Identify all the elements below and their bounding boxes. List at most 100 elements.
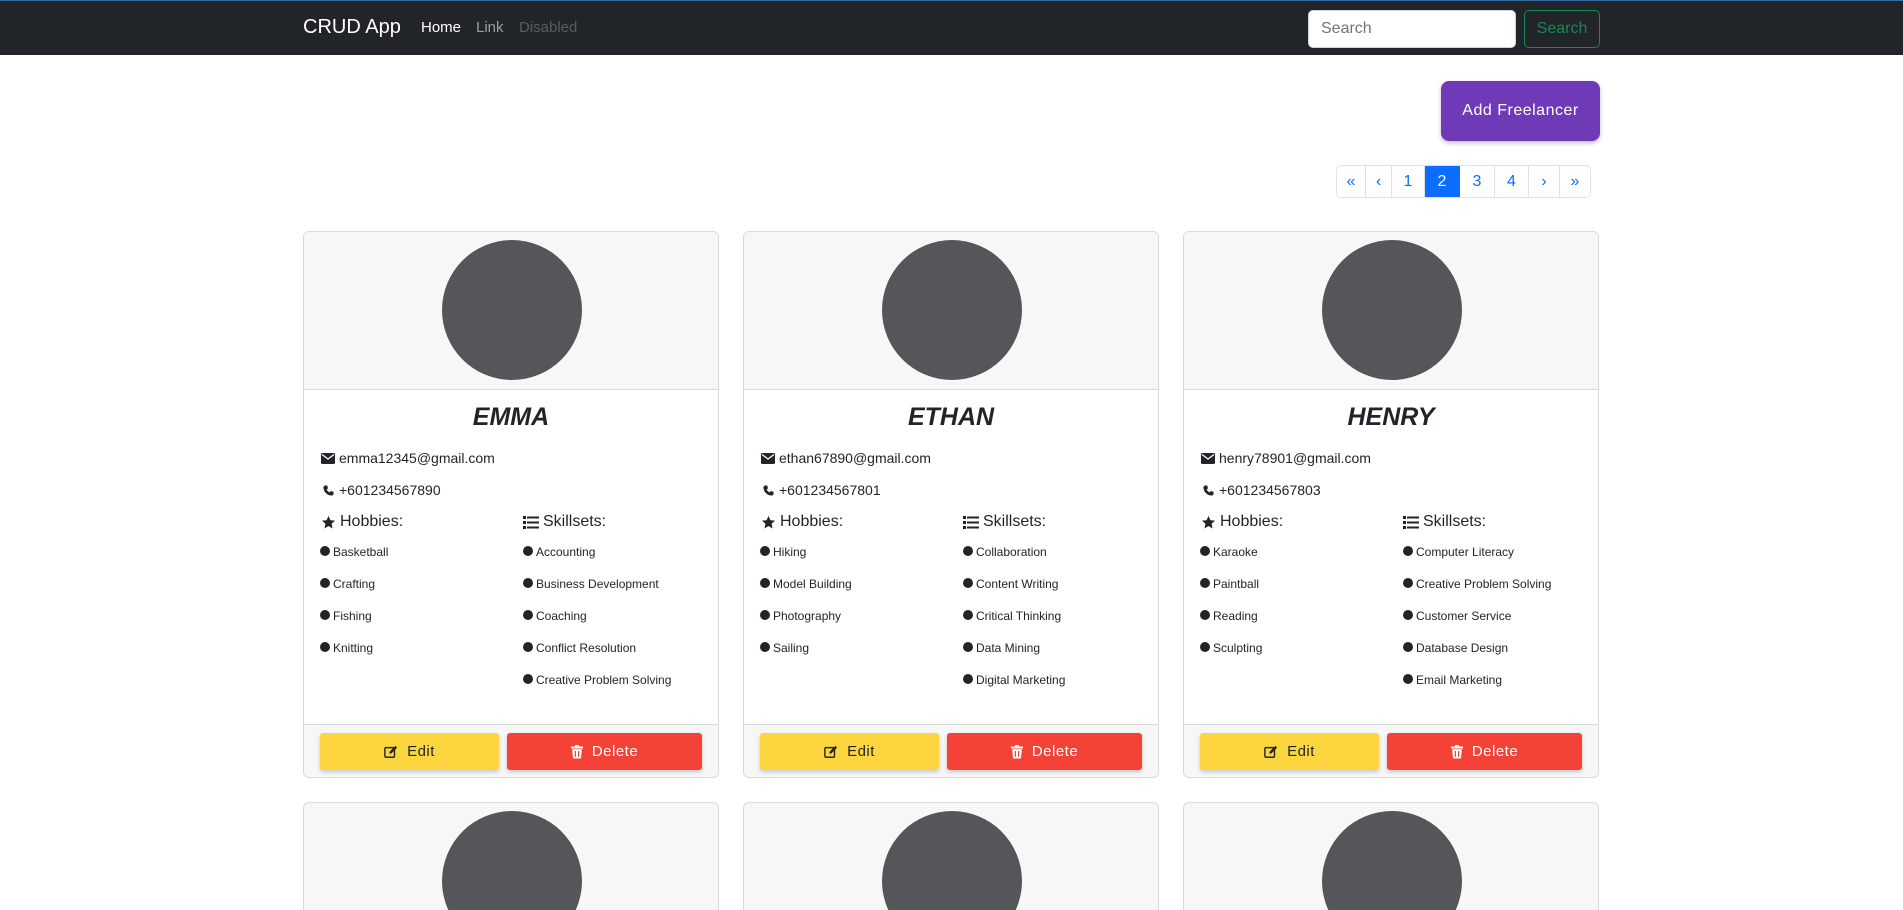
navbar: CRUD App Home Link Disabled Search — [0, 0, 1903, 55]
card-image-area — [1184, 232, 1598, 390]
list-item: Creative Problem Solving — [1403, 577, 1551, 609]
skillsets-list: Collaboration Content Writing Critical T… — [963, 545, 1065, 705]
skillsets-heading: Skillsets: — [523, 513, 606, 531]
list-item: Sculpting — [1200, 641, 1262, 673]
list-item: Photography — [760, 609, 852, 641]
freelancer-email: henry78901@gmail.com — [1219, 450, 1371, 466]
edit-icon — [824, 745, 838, 759]
list-item: Customer Service — [1403, 609, 1551, 641]
delete-button[interactable]: Delete — [1387, 733, 1582, 770]
freelancer-card — [303, 802, 719, 910]
nav-link-link[interactable]: Link — [476, 19, 504, 36]
list-item: Basketball — [320, 545, 388, 577]
list-item: Reading — [1200, 609, 1262, 641]
phone-row: +601234567803 — [1200, 482, 1321, 498]
card-image-area — [304, 232, 718, 390]
list-icon — [1403, 514, 1419, 530]
card-image-area — [304, 803, 718, 910]
edit-icon — [384, 745, 398, 759]
list-item: Content Writing — [963, 577, 1065, 609]
skillsets-list: Computer Literacy Creative Problem Solvi… — [1403, 545, 1551, 705]
pagination-next[interactable]: › — [1529, 166, 1560, 197]
navbar-brand[interactable]: CRUD App — [303, 16, 401, 39]
list-item: Email Marketing — [1403, 673, 1551, 705]
hobbies-list: Karaoke Paintball Reading Sculpting — [1200, 545, 1262, 673]
hobbies-heading: Hobbies: — [320, 513, 403, 531]
hobbies-heading: Hobbies: — [760, 513, 843, 531]
freelancer-name: HENRY — [1347, 403, 1435, 431]
hobbies-list: Hiking Model Building Photography Sailin… — [760, 545, 852, 673]
list-item: Conflict Resolution — [523, 641, 671, 673]
star-icon — [1200, 514, 1216, 530]
hobbies-heading: Hobbies: — [1200, 513, 1283, 531]
card-footer: Edit Delete — [1184, 724, 1598, 777]
freelancer-card: ETHAN ethan67890@gmail.com +601234567801… — [743, 231, 1159, 778]
card-footer: Edit Delete — [744, 724, 1158, 777]
freelancer-email: ethan67890@gmail.com — [779, 450, 931, 466]
trash-icon — [1450, 744, 1463, 759]
pagination-last[interactable]: » — [1560, 166, 1590, 197]
card-image-area — [1184, 803, 1598, 910]
pagination-page-1[interactable]: 1 — [1392, 166, 1425, 197]
envelope-icon — [320, 451, 336, 465]
freelancer-card: HENRY henry78901@gmail.com +601234567803… — [1183, 231, 1599, 778]
avatar — [442, 811, 582, 910]
card-footer: Edit Delete — [304, 724, 718, 777]
search-input[interactable] — [1308, 10, 1516, 48]
pagination-page-3[interactable]: 3 — [1460, 166, 1495, 197]
star-icon — [320, 514, 336, 530]
list-item: Collaboration — [963, 545, 1065, 577]
freelancer-phone: +601234567890 — [339, 482, 441, 498]
list-item: Crafting — [320, 577, 388, 609]
delete-button[interactable]: Delete — [947, 733, 1142, 770]
avatar — [1322, 811, 1462, 910]
list-item: Coaching — [523, 609, 671, 641]
freelancer-phone: +601234567803 — [1219, 482, 1321, 498]
list-icon — [963, 514, 979, 530]
freelancer-phone: +601234567801 — [779, 482, 881, 498]
nav-link-home[interactable]: Home — [421, 19, 461, 36]
pagination-first[interactable]: « — [1337, 166, 1366, 197]
phone-icon — [1200, 483, 1216, 497]
edit-button[interactable]: Edit — [760, 733, 939, 770]
freelancer-name: ETHAN — [907, 403, 995, 431]
trash-icon — [570, 744, 583, 759]
freelancer-card: EMMA emma12345@gmail.com +601234567890 H… — [303, 231, 719, 778]
email-row: henry78901@gmail.com — [1200, 450, 1371, 466]
freelancer-card — [1183, 802, 1599, 910]
add-freelancer-button[interactable]: Add Freelancer — [1441, 81, 1600, 141]
search-button[interactable]: Search — [1524, 10, 1600, 48]
skillsets-list: Accounting Business Development Coaching… — [523, 545, 671, 705]
list-item: Karaoke — [1200, 545, 1262, 577]
list-item: Creative Problem Solving — [523, 673, 671, 705]
phone-icon — [320, 483, 336, 497]
list-item: Paintball — [1200, 577, 1262, 609]
list-item: Knitting — [320, 641, 388, 673]
list-item: Critical Thinking — [963, 609, 1065, 641]
email-row: ethan67890@gmail.com — [760, 450, 931, 466]
trash-icon — [1010, 744, 1023, 759]
freelancer-email: emma12345@gmail.com — [339, 450, 495, 466]
avatar — [1322, 240, 1462, 380]
email-row: emma12345@gmail.com — [320, 450, 495, 466]
list-item: Business Development — [523, 577, 671, 609]
card-image-area — [744, 232, 1158, 390]
pagination-page-4[interactable]: 4 — [1495, 166, 1529, 197]
skillsets-heading: Skillsets: — [1403, 513, 1486, 531]
freelancer-name: EMMA — [472, 403, 550, 431]
star-icon — [760, 514, 776, 530]
list-item: Accounting — [523, 545, 671, 577]
envelope-icon — [1200, 451, 1216, 465]
edit-icon — [1264, 745, 1278, 759]
phone-row: +601234567801 — [760, 482, 881, 498]
edit-button[interactable]: Edit — [1200, 733, 1379, 770]
pagination-prev[interactable]: ‹ — [1366, 166, 1392, 197]
pagination: « ‹ 1 2 3 4 › » — [1336, 165, 1591, 198]
edit-button[interactable]: Edit — [320, 733, 499, 770]
envelope-icon — [760, 451, 776, 465]
list-item: Model Building — [760, 577, 852, 609]
delete-button[interactable]: Delete — [507, 733, 702, 770]
list-item: Computer Literacy — [1403, 545, 1551, 577]
pagination-page-2[interactable]: 2 — [1425, 166, 1460, 197]
list-item: Hiking — [760, 545, 852, 577]
